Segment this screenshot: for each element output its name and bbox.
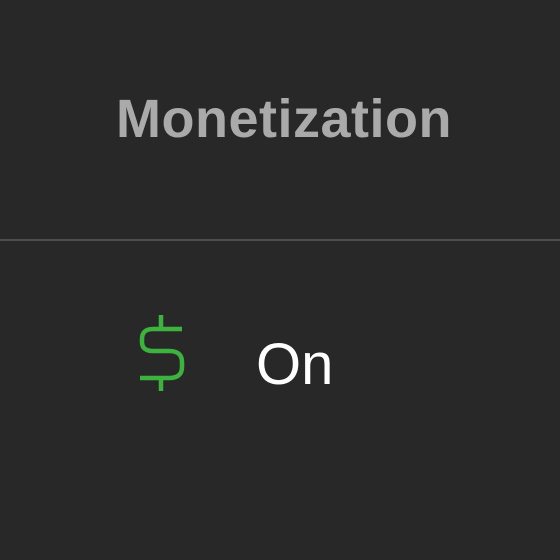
monetization-panel: Monetization On xyxy=(0,0,560,560)
column-header[interactable]: Monetization xyxy=(0,0,560,239)
dollar-icon xyxy=(137,313,189,393)
monetization-status-text: On xyxy=(256,332,334,397)
monetization-status-cell[interactable] xyxy=(0,241,560,560)
column-header-label: Monetization xyxy=(116,89,452,149)
